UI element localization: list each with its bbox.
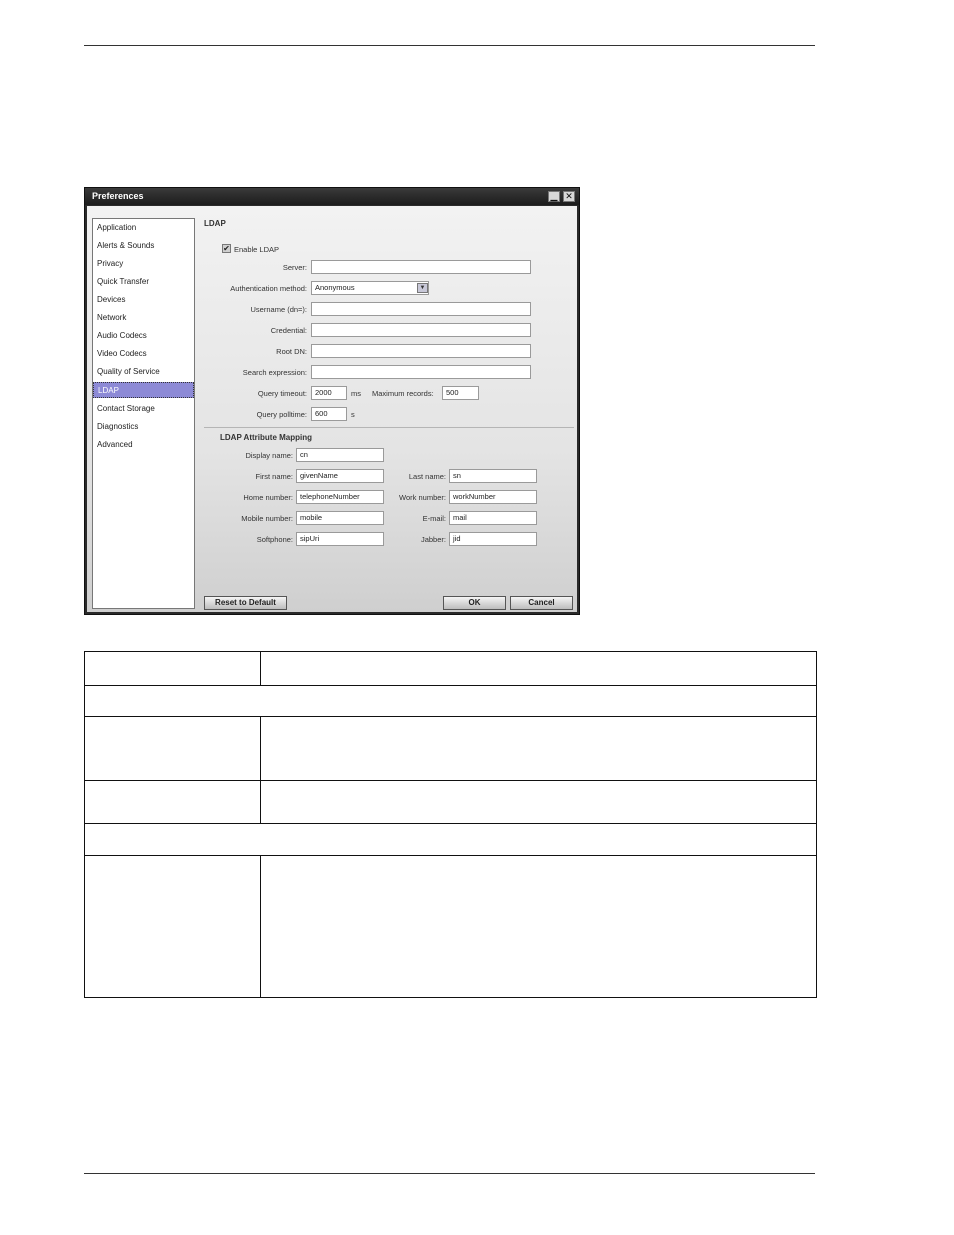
display-name-field[interactable]: cn <box>296 448 384 462</box>
home-number-field[interactable]: telephoneNumber <box>296 490 384 504</box>
username-label: Username (dn=): <box>250 305 307 314</box>
minimize-button[interactable]: ▁ <box>548 191 560 202</box>
cancel-button[interactable]: Cancel <box>510 596 573 610</box>
sidebar-item-ldap[interactable]: LDAP <box>93 382 194 398</box>
enable-ldap-checkbox[interactable]: ✔ <box>222 244 231 253</box>
table-row-divider <box>85 823 816 824</box>
email-label: E-mail: <box>422 514 446 523</box>
query-timeout-label: Query timeout: <box>257 389 307 398</box>
auth-method-select[interactable]: Anonymous <box>311 281 429 295</box>
table-column-divider <box>260 652 261 685</box>
title-bar[interactable]: Preferences ▁ ✕ <box>85 188 579 205</box>
section-divider <box>204 427 574 428</box>
close-button[interactable]: ✕ <box>563 191 575 202</box>
sidebar-item-audio-codecs[interactable]: Audio Codecs <box>93 328 194 344</box>
first-name-field[interactable]: givenName <box>296 469 384 483</box>
preferences-window: Preferences ▁ ✕ Application Alerts & Sou… <box>84 187 580 615</box>
sidebar-item-contact-storage[interactable]: Contact Storage <box>93 401 194 417</box>
chevron-down-icon[interactable]: ▼ <box>417 283 428 293</box>
query-polltime-field[interactable]: 600 <box>311 407 347 421</box>
max-records-field[interactable]: 500 <box>442 386 479 400</box>
sidebar-item-devices[interactable]: Devices <box>93 292 194 308</box>
query-timeout-field[interactable]: 2000 <box>311 386 347 400</box>
credential-label: Credential: <box>270 326 307 335</box>
email-field[interactable]: mail <box>449 511 537 525</box>
first-name-label: First name: <box>255 472 293 481</box>
last-name-label: Last name: <box>408 472 446 481</box>
sidebar-item-privacy[interactable]: Privacy <box>93 256 194 272</box>
softphone-field[interactable]: sipUri <box>296 532 384 546</box>
top-rule <box>84 45 815 46</box>
server-field[interactable] <box>311 260 531 274</box>
root-dn-field[interactable] <box>311 344 531 358</box>
ldap-section-title: LDAP <box>204 219 226 228</box>
last-name-field[interactable]: sn <box>449 469 537 483</box>
mapping-section-title: LDAP Attribute Mapping <box>220 433 312 442</box>
enable-ldap-label: Enable LDAP <box>234 245 280 254</box>
ok-button[interactable]: OK <box>443 596 506 610</box>
table-column-divider <box>260 855 261 997</box>
sidebar-item-diagnostics[interactable]: Diagnostics <box>93 419 194 435</box>
bottom-rule <box>84 1173 815 1174</box>
table-row-divider <box>85 855 816 856</box>
table-row-divider <box>85 685 816 686</box>
table-row-divider <box>85 716 816 717</box>
mobile-number-label: Mobile number: <box>241 514 293 523</box>
work-number-field[interactable]: workNumber <box>449 490 537 504</box>
sidebar-item-alerts-sounds[interactable]: Alerts & Sounds <box>93 238 194 254</box>
checkmark-icon: ✔ <box>223 244 230 253</box>
window-body: Application Alerts & Sounds Privacy Quic… <box>87 206 577 612</box>
work-number-label: Work number: <box>399 493 446 502</box>
root-dn-label: Root DN: <box>276 347 307 356</box>
jabber-label: Jabber: <box>420 535 446 544</box>
sidebar-item-network[interactable]: Network <box>93 310 194 326</box>
mobile-number-field[interactable]: mobile <box>296 511 384 525</box>
credential-field[interactable] <box>311 323 531 337</box>
window-title: Preferences <box>92 191 144 201</box>
search-expression-label: Search expression: <box>242 368 307 377</box>
sidebar-item-application[interactable]: Application <box>93 220 194 236</box>
search-expression-field[interactable] <box>311 365 531 379</box>
sidebar-item-video-codecs[interactable]: Video Codecs <box>93 346 194 362</box>
table-row-divider <box>85 780 816 781</box>
table-column-divider <box>260 716 261 823</box>
query-polltime-label: Query polltime: <box>256 410 307 419</box>
sidebar-item-advanced[interactable]: Advanced <box>93 437 194 453</box>
server-label: Server: <box>282 263 307 272</box>
query-polltime-unit: s <box>351 410 355 419</box>
description-table <box>84 651 817 998</box>
auth-method-label: Authentication method: <box>230 284 307 293</box>
jabber-field[interactable]: jid <box>449 532 537 546</box>
sidebar-item-quick-transfer[interactable]: Quick Transfer <box>93 274 194 290</box>
max-records-label: Maximum records: <box>372 389 434 398</box>
query-timeout-unit: ms <box>351 389 361 398</box>
home-number-label: Home number: <box>243 493 293 502</box>
display-name-label: Display name: <box>245 451 293 460</box>
sidebar-item-quality-of-service[interactable]: Quality of Service <box>93 364 194 380</box>
reset-to-default-button[interactable]: Reset to Default <box>204 596 287 610</box>
category-list: Application Alerts & Sounds Privacy Quic… <box>92 218 195 609</box>
username-field[interactable] <box>311 302 531 316</box>
softphone-label: Softphone: <box>256 535 293 544</box>
